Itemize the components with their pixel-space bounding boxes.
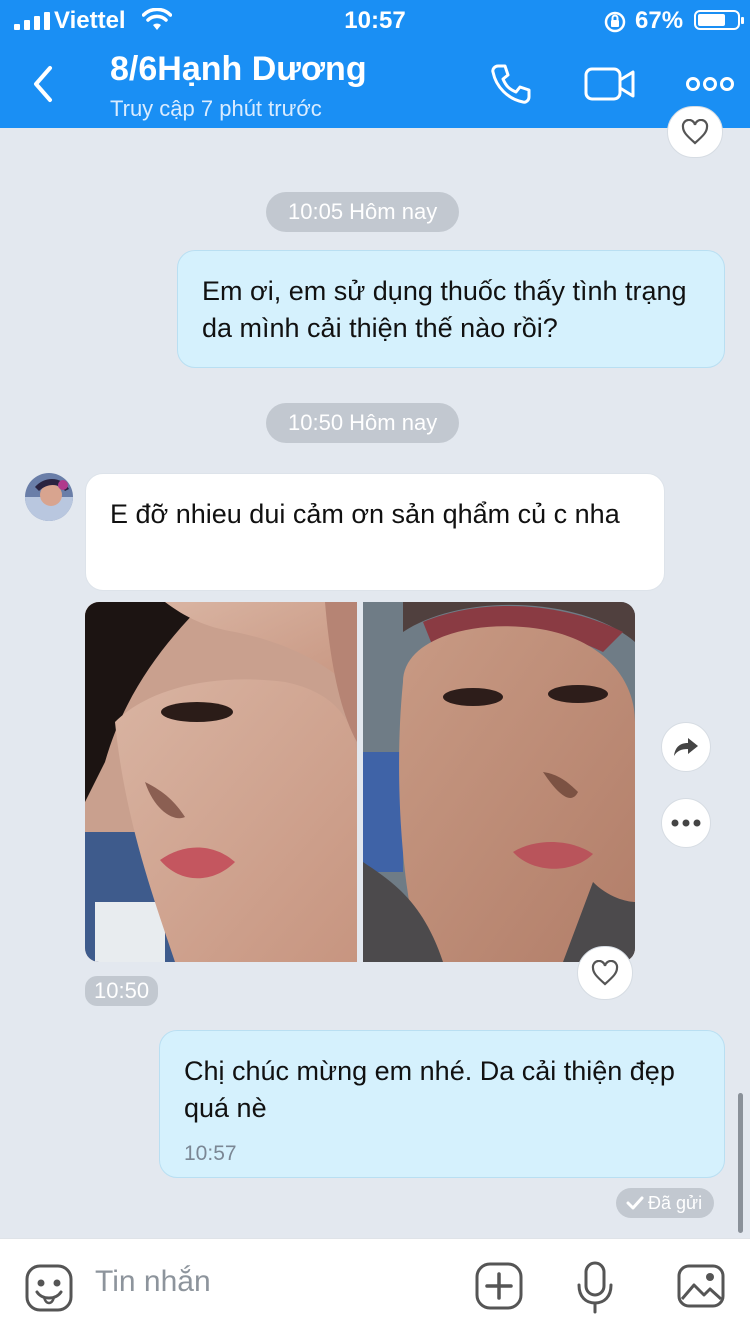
outgoing-message[interactable]: Em ơi, em sử dụng thuốc thấy tình trạng … <box>177 250 725 368</box>
status-bar: Viettel 10:57 67% <box>0 0 750 42</box>
message-options-button[interactable] <box>661 798 711 848</box>
incoming-message[interactable]: E đỡ nhieu dui cảm ơn sản qhẩm củ c nha <box>85 473 665 591</box>
message-composer: Tin nhắn <box>0 1238 750 1334</box>
check-icon <box>626 1196 644 1210</box>
battery-icon <box>694 10 744 30</box>
battery-percent: 67% <box>635 7 684 34</box>
message-timestamp: 10:57 <box>184 1142 237 1165</box>
message-text: E đỡ nhieu dui cảm ơn sản qhẩm củ c nha <box>110 499 620 529</box>
app-header: Viettel 10:57 67% 8/6Hạnh Dương Truy cập… <box>0 0 750 128</box>
more-icon[interactable] <box>686 72 734 96</box>
heart-icon <box>591 960 619 986</box>
heart-reaction-button[interactable] <box>667 106 723 158</box>
microphone-icon[interactable] <box>576 1261 614 1315</box>
contact-name[interactable]: 8/6Hạnh Dương <box>110 50 367 89</box>
sent-status-text: Đã gửi <box>648 1193 703 1213</box>
plus-icon[interactable] <box>474 1261 524 1311</box>
photo-timestamp: 10:50 <box>85 976 159 1006</box>
emoji-icon[interactable] <box>24 1263 74 1313</box>
more-icon <box>671 819 701 827</box>
phone-icon[interactable] <box>488 62 532 106</box>
rotation-lock-icon <box>604 11 626 33</box>
chevron-left-icon[interactable] <box>24 60 64 108</box>
photo-after[interactable] <box>363 602 635 962</box>
photo-message[interactable] <box>85 602 635 962</box>
message-text: Em ơi, em sử dụng thuốc thấy tình trạng … <box>202 276 687 343</box>
heart-icon <box>681 119 709 145</box>
heart-reaction-button[interactable] <box>577 946 633 1000</box>
sent-status-badge: Đã gửi <box>616 1188 715 1218</box>
avatar[interactable] <box>25 473 73 521</box>
time-separator: 10:50 Hôm nay <box>266 403 460 443</box>
share-button[interactable] <box>661 722 711 772</box>
outgoing-message[interactable]: Chị chúc mừng em nhé. Da cải thiện đẹp q… <box>159 1030 725 1178</box>
time-separator: 10:05 Hôm nay <box>266 192 460 232</box>
scrollbar[interactable] <box>738 1093 743 1233</box>
photo-before[interactable] <box>85 602 357 962</box>
message-input[interactable]: Tin nhắn <box>95 1265 211 1299</box>
image-icon[interactable] <box>676 1261 726 1311</box>
share-icon <box>674 738 698 756</box>
message-list[interactable]: 10:05 Hôm nay Em ơi, em sử dụng thuốc th… <box>0 106 750 1238</box>
last-seen-status: Truy cập 7 phút trước <box>110 96 322 121</box>
video-camera-icon[interactable] <box>584 62 636 106</box>
message-text: Chị chúc mừng em nhé. Da cải thiện đẹp q… <box>184 1056 675 1123</box>
